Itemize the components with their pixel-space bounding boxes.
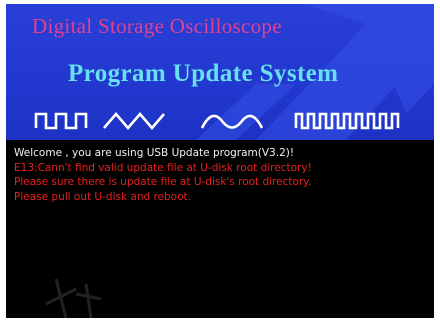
bottom-watermark [45,278,102,318]
device-screen: Digital Storage Oscilloscope Program Upd… [6,4,434,318]
